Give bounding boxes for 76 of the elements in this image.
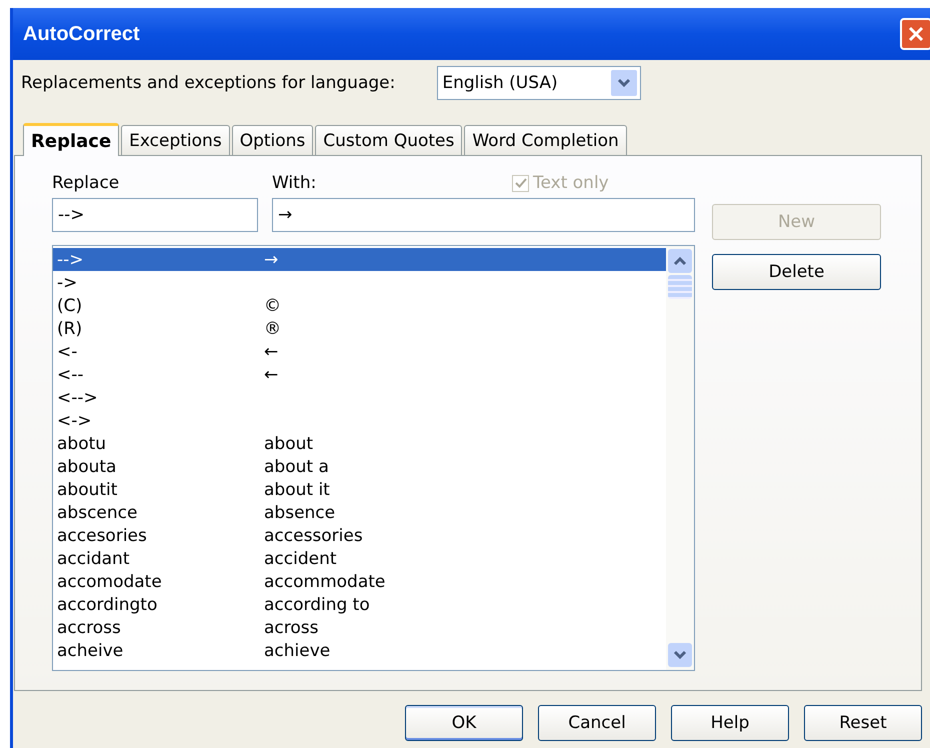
replace-text: acheive [57,640,124,660]
scrollbar[interactable] [666,246,694,670]
list-row[interactable]: <-- ← [53,363,666,386]
with-text: ® [264,318,281,338]
replace-text: abscence [57,502,138,522]
with-text: absence [264,502,336,522]
with-text: achieve [264,640,330,660]
tab[interactable]: Replace [23,123,120,156]
tab[interactable]: Custom Quotes [315,125,462,155]
list-row[interactable]: accidant accident [53,547,666,570]
with-text: ← [264,364,278,384]
selected-row[interactable]: --> → [53,248,666,271]
scroll-up-icon[interactable] [668,249,692,273]
replace-text: accross [57,618,122,638]
with-text: about it [264,480,330,500]
with-text: accessories [264,526,363,546]
language-label: Replacements and exceptions for language: [21,73,396,93]
replace-field[interactable]: --> [52,198,258,232]
text-only-label: Text only [533,173,609,193]
with-text: accident [264,548,337,568]
replace-text: <-> [57,410,93,430]
replace-text: accordingto [57,594,158,614]
tab[interactable]: Options [232,125,314,155]
replace-text: accesories [57,526,148,546]
list-row[interactable]: (C) © [53,294,666,317]
replace-text: accomodate [57,572,163,592]
with-label: With: [272,173,318,193]
replace-text: (C) [57,296,84,316]
list-row[interactable]: <--> [53,386,666,409]
language-dropdown[interactable]: English (USA) [437,66,642,100]
with-text: → [264,250,278,270]
close-icon [907,25,925,43]
replace-text: abouta [57,456,118,476]
with-text: © [264,296,281,316]
replace-label: Replace [52,173,120,193]
help-button[interactable]: Help [671,705,789,741]
cancel-button[interactable]: Cancel [538,705,656,741]
list-row[interactable]: abscence absence [53,501,666,524]
with-text: according to [264,594,370,614]
list-row[interactable]: accordingto according to [53,593,666,616]
list-row[interactable]: abouta about a [53,455,666,478]
replace-text: <-- [57,364,85,384]
list-row[interactable]: aboutit about it [53,478,666,501]
replace-text: --> [57,250,85,270]
reset-button[interactable]: Reset [804,705,922,741]
replace-text: -> [57,272,78,292]
replace-text: <--> [57,388,99,408]
tab[interactable]: Exceptions [121,125,230,155]
list-row[interactable]: <-> [53,409,666,432]
with-text: across [264,618,318,638]
list-row[interactable]: acheive achieve [53,639,666,662]
list-row[interactable]: accesories accessories [53,524,666,547]
with-field[interactable]: → [272,198,695,232]
replace-text: abotu [57,434,108,454]
with-text: about [264,434,314,454]
scroll-down-icon[interactable] [668,643,692,667]
close-button[interactable] [900,18,930,50]
window-title: AutoCorrect [23,22,140,46]
scroll-thumb[interactable] [668,275,692,299]
with-text: ← [264,342,278,362]
tab[interactable]: Word Completion [464,125,627,155]
delete-button[interactable]: Delete [712,254,881,290]
replace-text: accidant [57,548,130,568]
list-row[interactable]: (R) ® [53,317,666,340]
list-row[interactable]: accomodate accommodate [53,570,666,593]
replace-text: (R) [57,318,84,338]
list-row[interactable]: abotu about [53,432,666,455]
replace-text: aboutit [57,480,118,500]
ok-button[interactable]: OK [405,705,523,741]
list-row[interactable]: accross across [53,616,666,639]
replacement-list[interactable] [52,245,695,671]
with-text: about a [264,456,329,476]
list-row[interactable]: -> [53,271,666,294]
list-row[interactable]: <- ← [53,340,666,363]
with-text: accommodate [264,572,386,592]
replace-text: <- [57,342,78,362]
